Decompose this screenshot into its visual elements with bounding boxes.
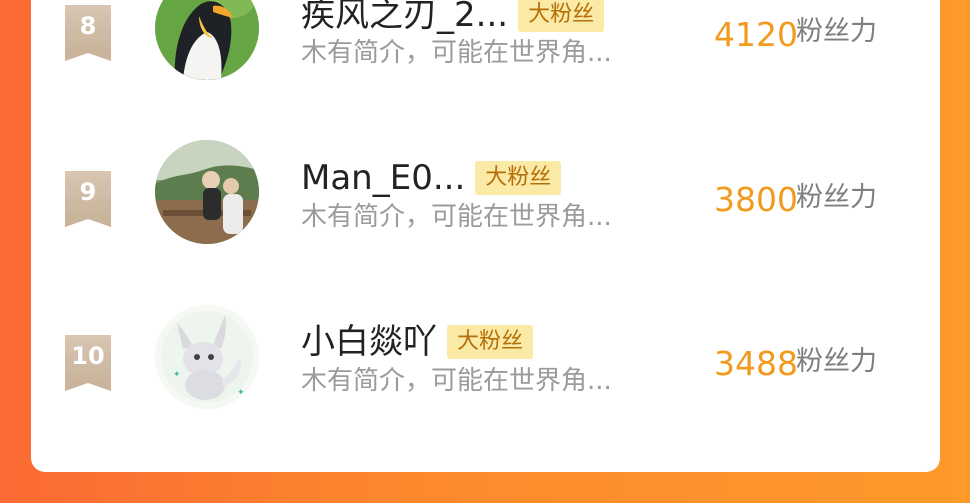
outdoor-photo-avatar-icon xyxy=(155,140,259,244)
fan-level-badge: 大粉丝 xyxy=(447,325,534,359)
fan-power-score: 3800 xyxy=(714,180,798,219)
name-line: Man_E0... 大粉丝 xyxy=(301,158,562,198)
user-name[interactable]: Man_E0... xyxy=(301,158,465,198)
svg-text:✦: ✦ xyxy=(173,370,181,380)
name-line: 疾风之刃_2... 大粉丝 xyxy=(301,0,605,35)
user-name[interactable]: 小白燚吖 xyxy=(301,322,437,362)
leaderboard-row[interactable]: 10 ✦ ✦ 小白燚吖 大粉丝 木有简介，可能在世界角... 3488 粉丝力 xyxy=(31,305,940,425)
fox-cartoon-avatar-icon: ✦ ✦ xyxy=(155,305,259,409)
fan-power-label: 粉丝力 xyxy=(796,346,877,377)
user-bio: 木有简介，可能在世界角... xyxy=(301,366,612,396)
fan-power-score: 4120 xyxy=(714,15,798,54)
rank-badge: 9 xyxy=(65,171,111,227)
fan-power-score: 3488 xyxy=(714,344,798,383)
user-bio: 木有简介，可能在世界角... xyxy=(301,202,612,232)
rank-badge: 10 xyxy=(65,335,111,391)
user-avatar[interactable] xyxy=(155,140,259,244)
rank-badge: 8 xyxy=(65,5,111,61)
penguin-avatar-icon xyxy=(155,0,259,80)
user-name[interactable]: 疾风之刃_2... xyxy=(301,0,508,35)
user-avatar[interactable]: ✦ ✦ xyxy=(155,305,259,409)
leaderboard-row[interactable]: 8 疾风之刃_2... 大粉丝 木有简介，可能在世界角... 4120 粉丝力 xyxy=(31,0,940,100)
leaderboard-card: 8 疾风之刃_2... 大粉丝 木有简介，可能在世界角... 4120 粉丝力 … xyxy=(31,0,940,472)
fan-level-badge: 大粉丝 xyxy=(518,0,605,32)
user-bio: 木有简介，可能在世界角... xyxy=(301,38,612,68)
fan-power-label: 粉丝力 xyxy=(796,16,877,47)
fan-power-label: 粉丝力 xyxy=(796,182,877,213)
user-avatar[interactable] xyxy=(155,0,259,80)
leaderboard-row[interactable]: 9 Man_E0... 大粉丝 木有简介，可能在世界角... 3800 粉丝力 xyxy=(31,140,940,260)
svg-text:✦: ✦ xyxy=(237,388,245,398)
fan-level-badge: 大粉丝 xyxy=(475,161,562,195)
name-line: 小白燚吖 大粉丝 xyxy=(301,322,534,362)
